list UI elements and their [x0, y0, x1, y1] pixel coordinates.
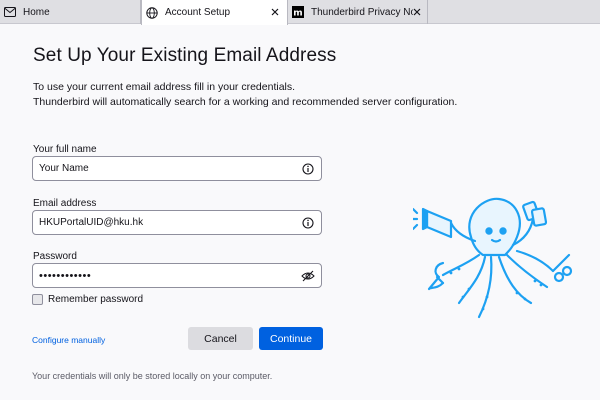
email-input[interactable] — [33, 211, 301, 234]
configure-manually-link[interactable]: Configure manually — [32, 335, 105, 345]
cancel-button[interactable]: Cancel — [188, 327, 253, 350]
info-icon[interactable] — [301, 162, 315, 176]
full-name-label: Your full name — [33, 144, 97, 155]
tab-privacy-notice[interactable]: m Thunderbird Privacy Notice — [288, 0, 428, 24]
checkbox-box[interactable] — [32, 294, 43, 305]
svg-text:m: m — [293, 9, 302, 19]
close-icon[interactable] — [269, 6, 281, 18]
intro-line: Thunderbird will automatically search fo… — [33, 96, 458, 108]
intro-text: To use your current email address fill i… — [33, 80, 457, 110]
continue-button[interactable]: Continue — [259, 327, 323, 350]
globe-icon — [146, 6, 158, 19]
tab-label: Account Setup — [165, 7, 231, 18]
tab-account-setup[interactable]: Account Setup — [141, 0, 288, 25]
tab-label: Thunderbird Privacy Notice — [311, 6, 413, 18]
password-label: Password — [33, 251, 77, 262]
tab-home[interactable]: Home — [0, 0, 141, 24]
full-name-input[interactable] — [33, 157, 301, 180]
password-field — [32, 263, 322, 288]
intro-line: To use your current email address fill i… — [33, 81, 296, 93]
close-icon[interactable] — [411, 6, 423, 18]
info-icon[interactable] — [301, 216, 315, 230]
mozilla-icon: m — [292, 6, 304, 18]
full-name-field — [32, 156, 322, 181]
page-title: Set Up Your Existing Email Address — [33, 45, 337, 66]
credentials-note: Your credentials will only be stored loc… — [32, 371, 273, 381]
remember-password-checkbox[interactable]: Remember password — [32, 294, 143, 305]
mail-icon — [4, 6, 16, 18]
remember-password-label: Remember password — [48, 294, 144, 305]
account-setup-page: Set Up Your Existing Email Address To us… — [0, 25, 600, 400]
email-label: Email address — [33, 198, 97, 209]
tab-label: Home — [23, 6, 50, 18]
email-field — [32, 210, 322, 235]
eye-slash-icon[interactable] — [301, 269, 315, 283]
tab-bar: Home Account Setup m Thunderbird Privacy… — [0, 0, 600, 25]
password-input[interactable] — [33, 264, 301, 287]
octopus-mascot-illustration — [413, 197, 573, 319]
